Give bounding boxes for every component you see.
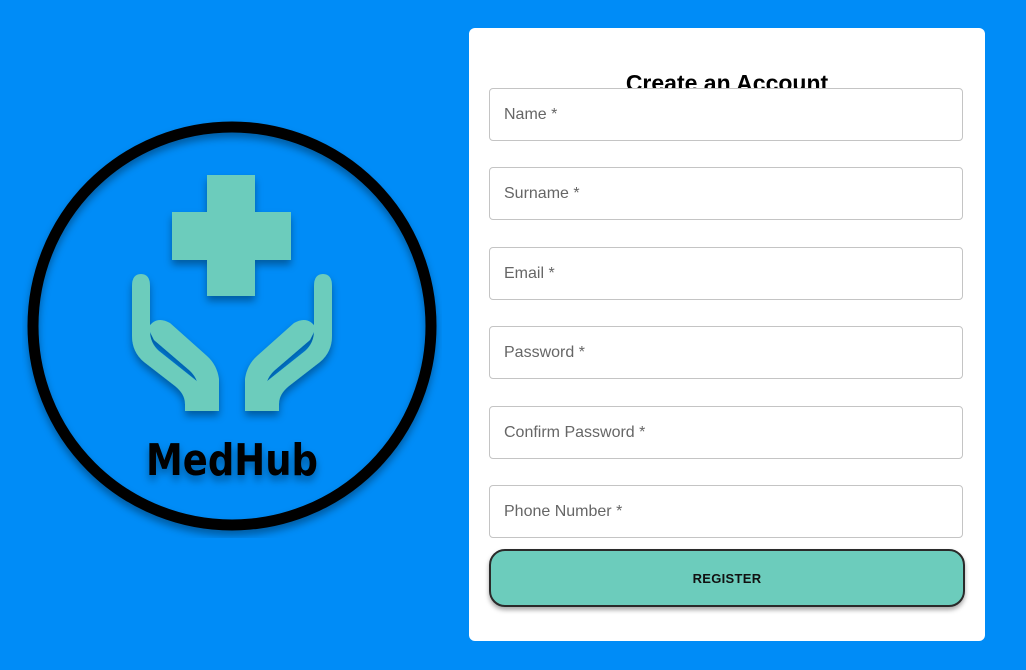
name-field <box>489 88 963 141</box>
logo-graphic: MedHub <box>27 121 437 531</box>
confirm-password-field <box>489 406 963 459</box>
email-field <box>489 247 963 300</box>
confirm-password-input[interactable] <box>490 407 962 458</box>
phone-number-field <box>489 485 963 538</box>
password-input[interactable] <box>490 327 962 378</box>
surname-field <box>489 167 963 220</box>
surname-input[interactable] <box>490 168 962 219</box>
register-button[interactable]: REGISTER <box>489 549 965 607</box>
medical-cross-icon <box>172 175 291 296</box>
name-input[interactable] <box>490 89 962 140</box>
register-card: Create an Account REGISTER <box>469 28 985 641</box>
email-input[interactable] <box>490 248 962 299</box>
left-hand-icon <box>132 274 219 411</box>
phone-number-input[interactable] <box>490 486 962 537</box>
password-field <box>489 326 963 379</box>
logo-brand-text: MedHub <box>146 435 318 486</box>
right-hand-icon <box>245 274 332 411</box>
medhub-logo: MedHub <box>22 118 442 538</box>
